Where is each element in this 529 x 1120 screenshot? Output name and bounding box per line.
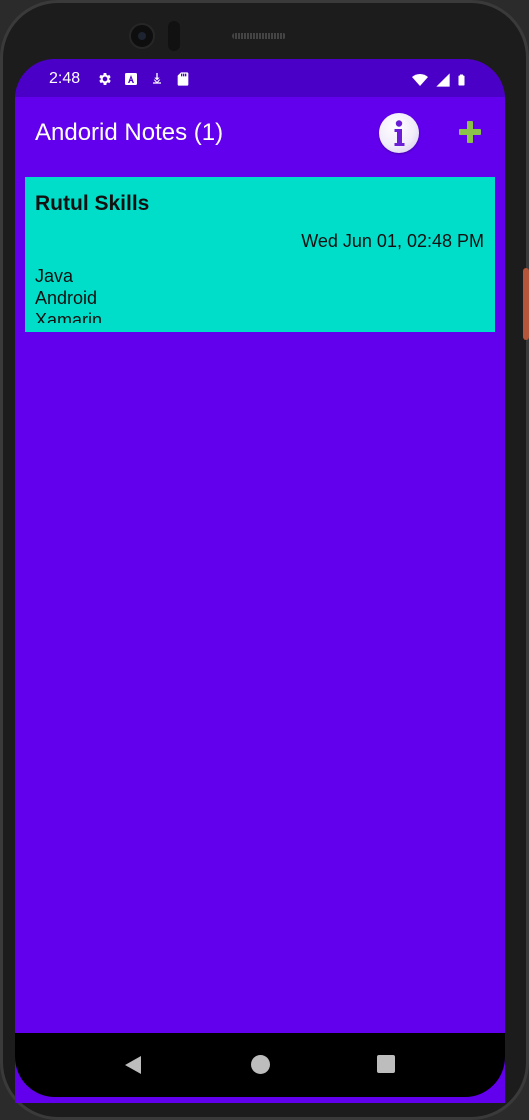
navigation-bar <box>15 1033 505 1097</box>
info-icon <box>394 120 405 146</box>
app-bar: Andorid Notes (1) <box>15 97 505 171</box>
add-note-button[interactable] <box>455 117 485 147</box>
power-button[interactable] <box>523 268 529 340</box>
settings-icon <box>99 73 111 85</box>
note-date: Wed Jun 01, 02:48 PM <box>301 231 484 251</box>
status-notification-icons <box>97 71 191 87</box>
text-a-icon <box>125 73 137 85</box>
wifi-icon <box>412 74 428 86</box>
earpiece-speaker <box>232 33 286 39</box>
info-button[interactable] <box>379 113 419 153</box>
back-icon[interactable] <box>123 1055 143 1075</box>
note-body-line: Xamarin <box>35 310 103 323</box>
recents-icon[interactable] <box>377 1055 395 1073</box>
download-icon <box>153 73 161 84</box>
note-card[interactable]: Rutul Skills Wed Jun 01, 02:48 PM Java A… <box>25 177 495 332</box>
app-title: Andorid Notes (1) <box>35 119 224 146</box>
status-system-icons <box>411 71 469 89</box>
battery-icon <box>458 74 465 86</box>
home-icon[interactable] <box>251 1055 270 1074</box>
status-bar: 2:48 <box>15 59 505 97</box>
note-title: Rutul Skills <box>35 192 150 215</box>
sd-card-icon <box>177 72 189 86</box>
phone-frame: 2:48 Andorid Notes (1) Rutul Skills Wed … <box>0 0 529 1120</box>
proximity-sensor <box>168 21 180 51</box>
status-time: 2:48 <box>49 70 81 87</box>
note-body-line: Java <box>35 266 74 286</box>
note-body-line: Android <box>35 288 98 308</box>
app-screen: 2:48 Andorid Notes (1) Rutul Skills Wed … <box>15 59 505 1103</box>
signal-icon <box>436 73 450 87</box>
note-body: Java Android Xamarin <box>35 265 102 323</box>
front-camera <box>129 23 155 49</box>
add-icon <box>459 121 481 143</box>
